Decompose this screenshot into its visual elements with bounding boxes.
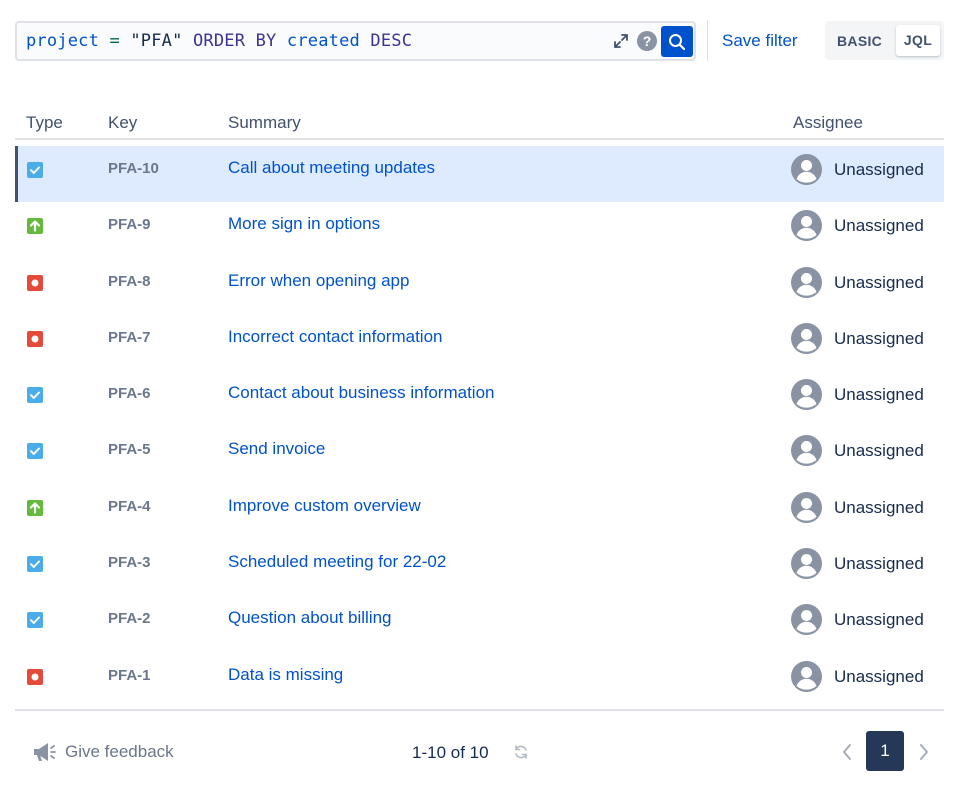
task-icon (26, 611, 44, 629)
assignee-name: Unassigned (834, 666, 924, 686)
issue-key-link[interactable]: PFA-1 (108, 667, 151, 684)
table-row[interactable]: PFA-2 Question about billing Unassigned (15, 596, 944, 652)
give-feedback-label: Give feedback (65, 742, 174, 761)
help-icon[interactable]: ? (637, 31, 657, 51)
jql-token: created (286, 31, 360, 51)
jql-token: = (99, 31, 131, 51)
assignee-name: Unassigned (834, 272, 924, 292)
refresh-icon[interactable] (513, 744, 529, 760)
issue-summary-link[interactable]: Send invoice (228, 439, 325, 459)
issue-summary-link[interactable]: Improve custom overview (228, 496, 421, 516)
issue-summary-link[interactable]: Incorrect contact information (228, 327, 442, 347)
give-feedback-button[interactable]: Give feedback (31, 740, 174, 764)
basic-mode-button[interactable]: BASIC (837, 33, 882, 49)
search-mode-toggle: BASIC JQL (825, 21, 944, 60)
jql-token: "PFA" (130, 31, 183, 51)
assignee-name: Unassigned (834, 385, 924, 405)
table-row[interactable]: PFA-6 Contact about business information U… (15, 371, 944, 427)
table-row[interactable]: PFA-3 Scheduled meeting for 22-02 Unassign… (15, 540, 944, 596)
jql-token: project (26, 31, 100, 51)
table-row[interactable]: PFA-7 Incorrect contact information Unassi… (15, 315, 944, 371)
assignee-name: Unassigned (834, 441, 924, 461)
page-button-current[interactable]: 1 (866, 731, 904, 771)
avatar-icon (791, 379, 822, 411)
issue-summary-link[interactable]: Data is missing (228, 665, 343, 685)
table-row[interactable]: PFA-9 More sign in options Unassigned (15, 202, 944, 258)
assignee-name: Unassigned (834, 497, 924, 517)
improvement-icon (26, 217, 44, 235)
column-header-summary[interactable]: Summary (228, 113, 301, 133)
issue-key-link[interactable]: PFA-5 (108, 441, 151, 458)
search-button[interactable] (661, 26, 693, 57)
issue-key-link[interactable]: PFA-10 (108, 160, 159, 177)
save-filter-button[interactable]: Save filter (722, 31, 798, 51)
avatar-icon (791, 604, 822, 636)
jql-mode-button[interactable]: JQL (896, 25, 940, 56)
table-row[interactable]: PFA-4 Improve custom overview Unassigned (15, 484, 944, 540)
task-icon (26, 442, 44, 460)
table-row[interactable]: PFA-10 Call about meeting updates Unassign… (15, 146, 944, 203)
issue-summary-link[interactable]: Scheduled meeting for 22-02 (228, 552, 446, 572)
jql-token: ORDER BY (182, 31, 287, 51)
results-count: 1-10 of 10 (412, 743, 489, 762)
avatar-icon (791, 154, 822, 185)
avatar-icon (791, 548, 822, 580)
avatar-icon (791, 491, 822, 523)
jql-search-input[interactable]: project = "PFA" ORDER BY created DESC ? (15, 21, 696, 61)
assignee-name: Unassigned (834, 160, 924, 179)
assignee-name: Unassigned (834, 610, 924, 630)
issue-key-link[interactable]: PFA-3 (108, 554, 151, 571)
table-header: Type Key Summary Assignee (15, 104, 944, 140)
column-header-type[interactable]: Type (26, 113, 63, 133)
issue-key-link[interactable]: PFA-6 (108, 385, 151, 402)
bug-icon (26, 330, 44, 348)
table-body: PFA-10 Call about meeting updates Unassign… (15, 140, 944, 709)
chevron-left-icon[interactable] (838, 741, 856, 763)
issues-table: Type Key Summary Assignee PFA-10 Call abo… (15, 104, 944, 709)
column-header-assignee[interactable]: Assignee (793, 113, 863, 133)
table-row[interactable]: PFA-1 Data is missing Unassigned (15, 653, 944, 709)
issue-summary-link[interactable]: Call about meeting updates (228, 158, 435, 178)
avatar-icon (791, 210, 822, 242)
table-row[interactable]: PFA-5 Send invoice Unassigned (15, 427, 944, 483)
issue-summary-link[interactable]: Contact about business information (228, 383, 495, 403)
avatar-icon (791, 435, 822, 467)
issue-key-link[interactable]: PFA-7 (108, 329, 151, 346)
assignee-name: Unassigned (834, 216, 924, 236)
avatar-icon (791, 266, 822, 298)
avatar-icon (791, 322, 822, 354)
column-header-key[interactable]: Key (108, 113, 137, 133)
assignee-name: Unassigned (834, 554, 924, 574)
jql-token: DESC (359, 31, 413, 51)
improvement-icon (26, 499, 44, 517)
task-icon (26, 161, 44, 179)
search-icon (669, 33, 686, 50)
issue-key-link[interactable]: PFA-8 (108, 273, 151, 290)
assignee-name: Unassigned (834, 328, 924, 348)
issue-summary-link[interactable]: Question about billing (228, 608, 392, 628)
expand-icon[interactable] (612, 32, 630, 50)
issue-key-link[interactable]: PFA-2 (108, 610, 151, 627)
issue-summary-link[interactable]: Error when opening app (228, 271, 409, 291)
bug-icon (26, 668, 44, 686)
chevron-right-icon[interactable] (915, 741, 933, 763)
issue-summary-link[interactable]: More sign in options (228, 214, 380, 234)
task-icon (26, 386, 44, 404)
issue-key-link[interactable]: PFA-4 (108, 498, 151, 515)
bug-icon (26, 274, 44, 292)
toolbar-divider (707, 20, 708, 61)
table-row[interactable]: PFA-8 Error when opening app Unassigned (15, 259, 944, 315)
issue-key-link[interactable]: PFA-9 (108, 216, 151, 233)
table-bottom-divider (15, 709, 944, 711)
megaphone-icon (34, 743, 56, 761)
avatar-icon (791, 660, 822, 692)
task-icon (26, 555, 44, 573)
jql-query-text[interactable]: project = "PFA" ORDER BY created DESC (26, 31, 412, 51)
